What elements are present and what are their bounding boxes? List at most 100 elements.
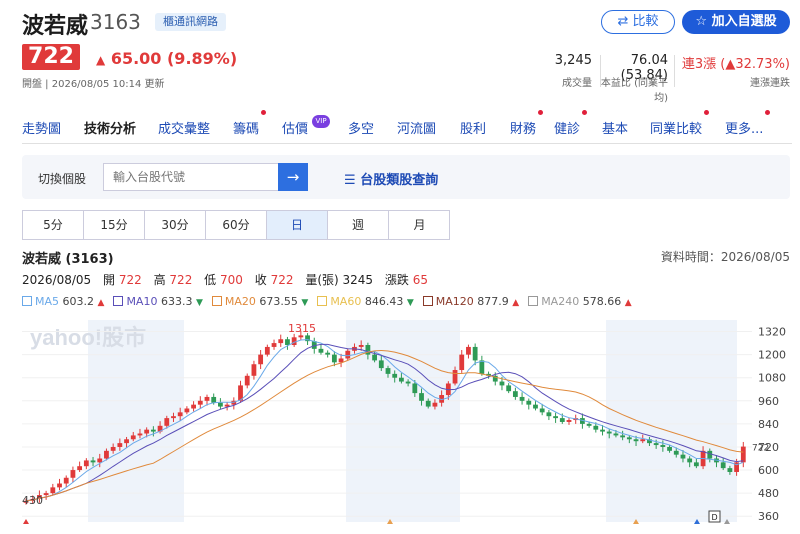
y-tick-label: 840: [758, 418, 779, 431]
candle-body: [83, 460, 89, 467]
candle-body: [553, 416, 558, 419]
candle-body: [164, 418, 170, 426]
candle-body: [298, 335, 304, 338]
candle-body: [626, 437, 632, 440]
candle-body: [640, 439, 646, 442]
candle-body: [177, 412, 183, 417]
candle-body: [325, 352, 331, 355]
candle-body: [425, 400, 431, 407]
candle-body: [600, 429, 605, 432]
candle-body: [338, 358, 344, 363]
candle-body: [526, 400, 532, 405]
month-band: [606, 320, 737, 522]
candle-body: [63, 477, 69, 484]
month-band: [88, 320, 184, 522]
candle-body: [218, 402, 223, 407]
candle-body: [90, 460, 96, 463]
candle-body: [57, 483, 62, 488]
candle-body: [693, 462, 699, 467]
candle-body: [412, 383, 418, 394]
candle-body: [727, 468, 733, 472]
candle-body: [673, 450, 679, 455]
candle-body: [479, 360, 485, 374]
candle-body: [204, 396, 210, 401]
candle-body: [466, 346, 471, 355]
candle-body: [459, 354, 465, 371]
candle-body: [211, 396, 217, 403]
candle-body: [392, 373, 398, 378]
candle-body: [197, 400, 203, 405]
candle-body: [546, 412, 552, 417]
candle-body: [318, 348, 324, 353]
low-price-label: 430: [22, 494, 43, 507]
candle-body: [620, 435, 626, 438]
candle-body: [97, 458, 103, 463]
candle-body: [499, 381, 505, 386]
candle-body: [271, 343, 277, 347]
candle-body: [519, 396, 525, 401]
candle-body: [258, 354, 264, 365]
candle-body: [660, 445, 666, 447]
candle-body: [144, 429, 150, 434]
candle-body: [104, 450, 109, 459]
candle-body: [452, 370, 458, 384]
candle-body: [50, 487, 56, 494]
candle-body: [285, 339, 290, 346]
event-marker-icon: [23, 519, 29, 524]
y-tick-label: 1080: [758, 372, 786, 385]
candle-body: [171, 416, 176, 419]
candle-body: [506, 385, 512, 392]
candle-body: [653, 443, 659, 446]
candle-body: [633, 439, 639, 442]
candle-body: [593, 425, 599, 430]
candle-body: [264, 346, 270, 355]
candle-body: [291, 337, 297, 346]
y-tick-label: 960: [758, 395, 779, 408]
y-tick-label: 360: [758, 510, 779, 523]
candle-body: [586, 423, 592, 426]
high-price-label: 1315: [288, 322, 316, 335]
candle-body: [378, 360, 384, 369]
candle-body: [244, 375, 250, 386]
candle-body: [667, 446, 672, 451]
candle-body: [740, 446, 746, 463]
candle-body: [77, 466, 83, 471]
y-tick-label: 480: [758, 487, 779, 500]
candle-body: [70, 470, 76, 478]
candle-body: [512, 391, 518, 397]
candle-body: [191, 404, 196, 409]
candle-body: [358, 345, 364, 347]
candle-body: [251, 364, 257, 376]
candle-body: [385, 368, 391, 374]
y-tick-label: 1200: [758, 349, 786, 362]
dividend-marker-label: D: [712, 513, 718, 522]
candlestick-chart[interactable]: yahoo!股市 13201200108096084072060048036013…: [0, 0, 800, 534]
candle-body: [150, 429, 156, 432]
candle-body: [687, 458, 693, 463]
candle-body: [405, 381, 411, 384]
candle-body: [720, 462, 726, 469]
y-tick-label: 1320: [758, 326, 786, 339]
candle-body: [559, 418, 565, 422]
candle-body: [399, 377, 404, 382]
candle-body: [372, 354, 377, 361]
candle-body: [278, 339, 284, 344]
candle-body: [680, 454, 686, 459]
candle-body: [472, 346, 478, 361]
candle-body: [117, 443, 123, 447]
candle-body: [432, 402, 438, 407]
last-price-label: 722: [752, 444, 769, 454]
candle-body: [566, 420, 572, 422]
candle-body: [137, 433, 143, 436]
candle-body: [331, 354, 337, 363]
candle-body: [345, 350, 351, 359]
candle-body: [184, 408, 190, 413]
candle-body: [539, 408, 545, 413]
watermark-logo: yahoo!股市: [30, 325, 146, 350]
y-tick-label: 600: [758, 464, 779, 477]
candle-body: [613, 433, 619, 436]
candle-body: [124, 439, 129, 444]
candle-body: [419, 393, 424, 401]
candle-body: [130, 435, 136, 440]
candle-body: [43, 493, 49, 496]
